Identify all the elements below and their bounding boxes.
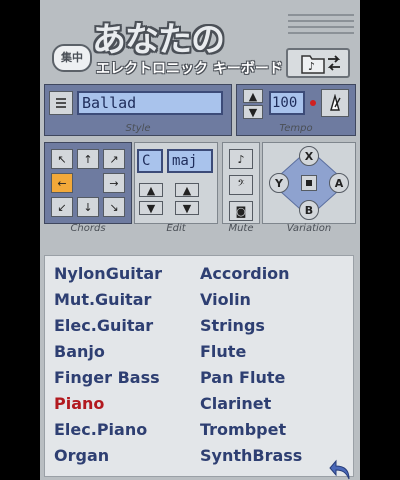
- arrow-down-icon: ↓: [83, 200, 93, 214]
- quality-up-button[interactable]: ▲: [175, 183, 199, 197]
- instrument-item[interactable]: Violin: [200, 290, 251, 309]
- instrument-item[interactable]: Strings: [200, 316, 265, 335]
- chord-left-button[interactable]: ←: [51, 173, 73, 193]
- back-button[interactable]: [329, 459, 353, 480]
- tempo-up-button[interactable]: ▲: [243, 89, 263, 103]
- style-list-button[interactable]: [49, 91, 73, 115]
- bottom-screen: NylonGuitar Mut.Guitar Elec.Guitar Banjo…: [40, 240, 360, 480]
- mute-label: Mute: [228, 223, 254, 234]
- app-subtitle: エレクトロニック キーボード: [96, 61, 283, 77]
- variation-b-button[interactable]: B: [299, 200, 319, 220]
- instrument-item-selected[interactable]: Piano: [54, 394, 104, 413]
- arrow-down-icon: ▼: [146, 201, 156, 215]
- variation-y-button[interactable]: Y: [269, 173, 289, 193]
- edit-label: Edit: [166, 223, 186, 234]
- instrument-item[interactable]: Banjo: [54, 342, 105, 361]
- arrow-up-icon: ↑: [83, 152, 93, 166]
- arrow-downright-icon: ↘: [109, 200, 119, 214]
- mute-bass-button[interactable]: 𝄢: [229, 175, 253, 195]
- mute-drums-button[interactable]: ◙: [229, 201, 253, 221]
- tempo-down-button[interactable]: ▼: [243, 105, 263, 119]
- decor-line: [288, 26, 354, 28]
- chord-root-field[interactable]: C: [137, 149, 163, 173]
- variation-panel: X Y A B: [262, 142, 356, 224]
- return-arrow-icon: [329, 459, 350, 480]
- file-switch-button[interactable]: ♪: [286, 48, 350, 78]
- variation-x-button[interactable]: X: [299, 146, 319, 166]
- style-label: Style: [125, 123, 151, 134]
- variation-a-button[interactable]: A: [329, 173, 349, 193]
- chord-downleft-button[interactable]: ↙: [51, 197, 73, 217]
- arrow-upleft-icon: ↖: [57, 152, 67, 166]
- metronome-button[interactable]: [321, 89, 349, 117]
- instrument-list: NylonGuitar Mut.Guitar Elec.Guitar Banjo…: [44, 255, 354, 480]
- tempo-field[interactable]: 100: [269, 91, 305, 115]
- arrow-left-icon: ←: [57, 176, 67, 190]
- top-screen: 集中 あなたの エレクトロニック キーボード ♪ Ballad Style ▲ …: [40, 0, 360, 240]
- instrument-item[interactable]: NylonGuitar: [54, 264, 162, 283]
- root-down-button[interactable]: ▼: [139, 201, 163, 215]
- instrument-item[interactable]: Clarinet: [200, 394, 271, 413]
- chord-downright-button[interactable]: ↘: [103, 197, 125, 217]
- tempo-beat-indicator: [310, 100, 316, 106]
- chord-upleft-button[interactable]: ↖: [51, 149, 73, 169]
- arrow-upright-icon: ↗: [109, 152, 119, 166]
- instrument-item[interactable]: Finger Bass: [54, 368, 160, 387]
- arrow-up-icon: ▲: [248, 89, 258, 103]
- edit-panel: C maj ▲ ▼ ▲ ▼: [134, 142, 218, 224]
- chord-up-button[interactable]: ↑: [77, 149, 99, 169]
- arrow-down-icon: ▼: [248, 105, 258, 119]
- decor-line: [288, 14, 354, 16]
- arrow-up-icon: ▲: [146, 183, 156, 197]
- svg-text:♪: ♪: [308, 60, 315, 73]
- arrow-downleft-icon: ↙: [57, 200, 67, 214]
- chord-quality-field[interactable]: maj: [167, 149, 213, 173]
- root-up-button[interactable]: ▲: [139, 183, 163, 197]
- decor-line: [288, 32, 354, 34]
- instrument-item[interactable]: SynthBrass: [200, 446, 302, 465]
- tempo-label: Tempo: [279, 123, 313, 134]
- metronome-icon: [330, 94, 341, 111]
- instrument-item[interactable]: Flute: [200, 342, 246, 361]
- instrument-item[interactable]: Elec.Guitar: [54, 316, 153, 335]
- instrument-item[interactable]: Organ: [54, 446, 109, 465]
- mute-melody-button[interactable]: ♪: [229, 149, 253, 169]
- chord-upright-button[interactable]: ↗: [103, 149, 125, 169]
- arrow-up-icon: ▲: [182, 183, 192, 197]
- note-icon: ♪: [237, 152, 245, 166]
- quality-down-button[interactable]: ▼: [175, 201, 199, 215]
- variation-center-button[interactable]: [301, 175, 317, 191]
- chord-right-button[interactable]: →: [103, 173, 125, 193]
- app-title: あなたの: [92, 20, 225, 60]
- chords-label: Chords: [70, 223, 106, 234]
- instrument-item[interactable]: Pan Flute: [200, 368, 285, 387]
- chord-down-button[interactable]: ↓: [77, 197, 99, 217]
- square-icon: [306, 180, 312, 186]
- drum-icon: ◙: [235, 204, 247, 218]
- logo-badge: 集中: [52, 44, 92, 72]
- folder-music-icon: ♪: [301, 55, 341, 74]
- variation-label: Variation: [286, 223, 332, 234]
- list-icon: [56, 98, 66, 108]
- instrument-item[interactable]: Trombpet: [200, 420, 286, 439]
- arrow-right-icon: →: [109, 176, 119, 190]
- arrow-down-icon: ▼: [182, 201, 192, 215]
- bass-clef-icon: 𝄢: [237, 178, 245, 191]
- decor-line: [288, 20, 354, 22]
- instrument-item[interactable]: Mut.Guitar: [54, 290, 151, 309]
- mute-panel: ♪ 𝄢 ◙: [222, 142, 260, 224]
- chords-panel: ↖ ↑ ↗ ← → ↙ ↓ ↘: [44, 142, 132, 224]
- instrument-item[interactable]: Elec.Piano: [54, 420, 147, 439]
- instrument-item[interactable]: Accordion: [200, 264, 290, 283]
- style-field[interactable]: Ballad: [77, 91, 223, 115]
